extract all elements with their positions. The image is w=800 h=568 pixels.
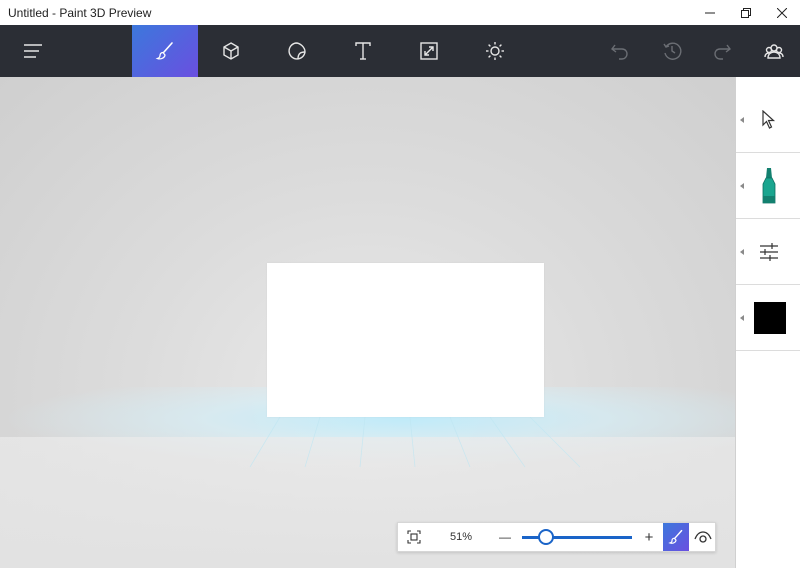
minimize-icon xyxy=(705,12,715,13)
marker-icon xyxy=(762,167,775,203)
view-2d-brush-button[interactable] xyxy=(663,523,689,551)
view-3d-button[interactable] xyxy=(689,523,716,551)
brush-icon xyxy=(668,529,683,544)
tool-side-panel xyxy=(735,77,800,568)
zoom-in-button[interactable]: + xyxy=(640,523,658,551)
redo-icon xyxy=(714,44,731,60)
resize-icon xyxy=(420,42,438,60)
history-icon xyxy=(663,42,682,60)
hamburger-menu-icon xyxy=(24,44,42,58)
zoom-slider-thumb[interactable] xyxy=(538,529,554,545)
menu-button[interactable] xyxy=(0,25,66,77)
title-bar: Untitled - Paint 3D Preview xyxy=(0,0,800,25)
eye-icon xyxy=(693,531,712,543)
tab-text[interactable] xyxy=(330,25,396,77)
brush-icon xyxy=(155,42,173,60)
select-tool[interactable] xyxy=(736,87,800,153)
thickness-opacity-settings[interactable] xyxy=(736,219,800,285)
remix-community-icon xyxy=(764,44,784,59)
zoom-slider[interactable] xyxy=(522,523,632,551)
text-icon xyxy=(355,42,371,60)
zoom-slider-track xyxy=(546,536,632,539)
cube-icon xyxy=(223,42,239,60)
fit-to-screen-button[interactable] xyxy=(398,523,429,551)
window-title: Untitled - Paint 3D Preview xyxy=(8,5,152,20)
zoom-out-button[interactable]: — xyxy=(496,523,514,551)
sun-icon xyxy=(486,42,504,60)
redo-button[interactable] xyxy=(692,25,752,77)
zoom-percentage: 51% xyxy=(449,531,473,543)
cursor-arrow-icon xyxy=(761,109,775,129)
close-button[interactable] xyxy=(764,0,800,25)
drawing-canvas[interactable] xyxy=(267,263,544,417)
tab-canvas[interactable] xyxy=(396,25,462,77)
color-swatch-icon xyxy=(753,301,786,334)
fit-to-screen-icon xyxy=(406,530,421,544)
tab-brushes[interactable] xyxy=(132,25,198,77)
marker-tool[interactable] xyxy=(736,153,800,219)
tab-effects[interactable] xyxy=(462,25,528,77)
main-toolbar xyxy=(0,25,800,77)
restore-icon xyxy=(741,7,751,18)
zoom-out-label: — xyxy=(499,530,511,544)
tab-3d-objects[interactable] xyxy=(198,25,264,77)
sticker-icon xyxy=(288,42,306,60)
expand-caret-icon xyxy=(740,116,744,123)
sliders-icon xyxy=(759,242,778,261)
expand-caret-icon xyxy=(740,314,744,321)
restore-button[interactable] xyxy=(728,0,764,25)
minimize-button[interactable] xyxy=(692,0,728,25)
expand-caret-icon xyxy=(740,248,744,255)
zoom-bar: 51% — + xyxy=(397,522,716,552)
community-button[interactable] xyxy=(748,25,800,77)
undo-icon xyxy=(611,44,628,60)
close-icon xyxy=(777,7,787,18)
zoom-in-label: + xyxy=(644,528,654,546)
color-picker[interactable] xyxy=(736,285,800,351)
tab-stickers[interactable] xyxy=(264,25,330,77)
expand-caret-icon xyxy=(740,182,744,189)
workspace[interactable] xyxy=(0,77,735,568)
